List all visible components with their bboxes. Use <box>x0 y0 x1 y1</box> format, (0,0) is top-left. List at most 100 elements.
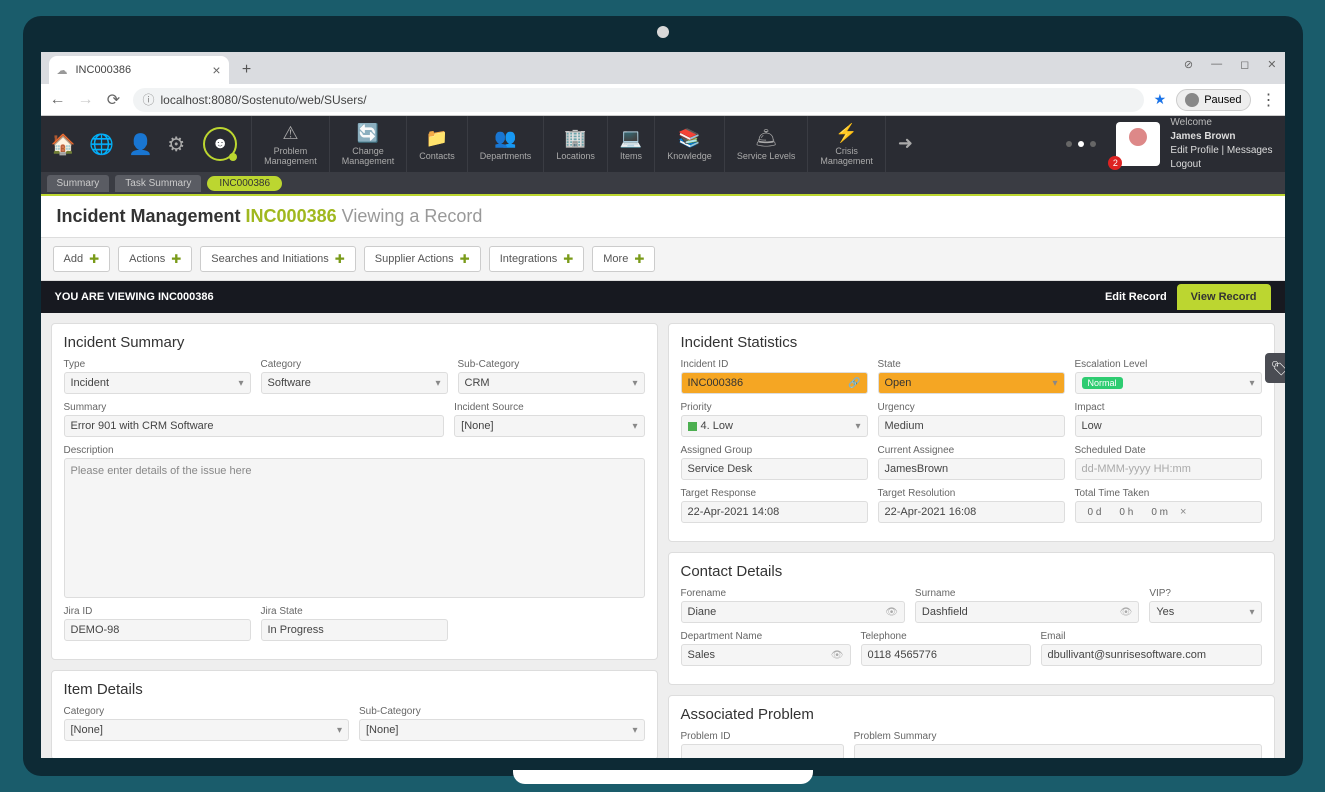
supplier-actions-button[interactable]: Supplier Actions✚ <box>364 246 481 272</box>
new-tab-button[interactable]: + <box>237 60 257 80</box>
welcome-block: Welcome James Brown Edit Profile | Messa… <box>1170 116 1272 172</box>
searches-button[interactable]: Searches and Initiations✚ <box>200 246 355 272</box>
module-contacts[interactable]: 📁Contacts <box>406 116 467 172</box>
type-select[interactable]: Incident <box>64 372 251 394</box>
integrations-button[interactable]: Integrations✚ <box>489 246 585 272</box>
messages-link[interactable]: Messages <box>1227 145 1273 156</box>
page-title: Incident Management INC000386 Viewing a … <box>57 206 1269 227</box>
site-info-icon[interactable]: ⓘ <box>143 91 155 108</box>
camera-dot <box>657 26 669 38</box>
priority-select[interactable]: 4. Low <box>681 415 868 437</box>
plus-icon: ✚ <box>171 252 181 266</box>
folder-icon: 📁 <box>426 128 448 149</box>
more-button[interactable]: More✚ <box>592 246 655 272</box>
minimize-icon[interactable]: — <box>1211 58 1222 71</box>
globe-icon[interactable]: 🌐 <box>89 132 114 157</box>
item-category-select[interactable]: [None] <box>64 719 350 741</box>
associated-problem-panel: Associated Problem Problem ID Problem Su… <box>668 695 1275 758</box>
plus-icon: ✚ <box>563 252 573 266</box>
contact-details-panel: Contact Details ForenameDiane SurnameDas… <box>668 552 1275 685</box>
view-record-button[interactable]: View Record <box>1177 284 1271 310</box>
module-crisis-management[interactable]: ⚡CrisisManagement <box>807 116 885 172</box>
back-icon[interactable]: ← <box>49 91 67 109</box>
browser-tab-strip: ☁ INC000386 × + ⊘ — ◻ ✕ <box>41 52 1285 84</box>
secondary-tabs: Summary Task Summary INC000386 <box>41 172 1285 196</box>
profile-paused[interactable]: Paused <box>1176 89 1250 111</box>
reload-icon[interactable]: ⟳ <box>105 90 123 110</box>
close-icon[interactable]: × <box>212 62 220 78</box>
add-button[interactable]: Add✚ <box>53 246 111 272</box>
page-title-bar: Incident Management INC000386 Viewing a … <box>41 196 1285 238</box>
module-departments[interactable]: 👥Departments <box>467 116 544 172</box>
user-avatar[interactable]: 2 <box>1116 122 1160 166</box>
target-response-field[interactable]: 22-Apr-2021 14:08 <box>681 501 868 523</box>
module-knowledge[interactable]: 📚Knowledge <box>654 116 724 172</box>
target-resolution-field[interactable]: 22-Apr-2021 16:08 <box>878 501 1065 523</box>
tab-task-summary[interactable]: Task Summary <box>115 175 201 192</box>
item-subcategory-select[interactable]: [None] <box>359 719 645 741</box>
panel-title: Incident Statistics <box>681 334 1262 351</box>
assignee-field[interactable]: JamesBrown <box>878 458 1065 480</box>
forename-field[interactable]: Diane <box>681 601 905 623</box>
profile-avatar-icon <box>1185 93 1199 107</box>
module-items[interactable]: 💻Items <box>607 116 654 172</box>
department-field[interactable]: Sales <box>681 644 851 666</box>
description-textarea[interactable]: Please enter details of the issue here <box>64 458 645 598</box>
carousel-dots[interactable] <box>1066 141 1096 147</box>
vip-select[interactable]: Yes <box>1149 601 1261 623</box>
problem-summary-field[interactable] <box>854 744 1262 758</box>
address-field[interactable]: ⓘ localhost:8080/Sostenuto/web/SUsers/ <box>133 88 1144 112</box>
clear-time-icon[interactable]: × <box>1180 506 1186 518</box>
summary-input[interactable]: Error 901 with CRM Software <box>64 415 445 437</box>
gear-icon[interactable]: ⚙ <box>167 132 185 157</box>
state-select[interactable]: Open <box>878 372 1065 394</box>
browser-menu-icon[interactable]: ⋮ <box>1261 90 1277 110</box>
source-select[interactable]: [None] <box>454 415 644 437</box>
tab-title: INC000386 <box>76 64 132 76</box>
books-icon: 📚 <box>678 128 700 149</box>
restore-icon[interactable]: ◻ <box>1240 58 1249 71</box>
telephone-field[interactable]: 0118 4565776 <box>861 644 1031 666</box>
urgency-field[interactable]: Medium <box>878 415 1065 437</box>
logout-link[interactable]: Logout <box>1170 159 1201 170</box>
assistant-icon[interactable]: ☻ <box>203 127 237 161</box>
module-problem-management[interactable]: ⚠ProblemManagement <box>251 116 329 172</box>
edit-profile-link[interactable]: Edit Profile <box>1170 145 1218 156</box>
tab-summary[interactable]: Summary <box>47 175 110 192</box>
user-name: James Brown <box>1170 131 1235 142</box>
impact-field[interactable]: Low <box>1075 415 1262 437</box>
jira-id-input[interactable]: DEMO-98 <box>64 619 251 641</box>
module-service-levels[interactable]: 🛎Service Levels <box>724 116 808 172</box>
module-locations[interactable]: 🏢Locations <box>543 116 607 172</box>
jira-state-input[interactable]: In Progress <box>261 619 448 641</box>
tags-icon[interactable]: 🏷 <box>1265 353 1285 383</box>
subcategory-select[interactable]: CRM <box>458 372 645 394</box>
module-change-management[interactable]: 🔄ChangeManagement <box>329 116 407 172</box>
edit-record-button[interactable]: Edit Record <box>1105 291 1167 303</box>
priority-color-icon <box>688 422 697 431</box>
laptop-icon: 💻 <box>620 128 642 149</box>
module-next[interactable]: ➜ <box>885 116 925 172</box>
escalation-select[interactable]: Normal <box>1075 372 1262 394</box>
bookmark-icon[interactable]: ★ <box>1154 91 1167 108</box>
url-text: localhost:8080/Sostenuto/web/SUsers/ <box>161 93 367 107</box>
incident-statistics-panel: Incident Statistics Incident IDINC000386… <box>668 323 1275 542</box>
notification-badge[interactable]: 2 <box>1108 156 1122 170</box>
tab-incident-active[interactable]: INC000386 <box>207 176 282 191</box>
forward-icon[interactable]: → <box>77 91 95 109</box>
crisis-icon: ⚡ <box>835 123 857 144</box>
incident-id-field[interactable]: INC000386 <box>681 372 868 394</box>
app-header: 🏠 🌐 👤 ⚙ ☻ ⚠ProblemManagement 🔄ChangeMana… <box>41 116 1285 172</box>
assigned-group-field[interactable]: Service Desk <box>681 458 868 480</box>
actions-button[interactable]: Actions✚ <box>118 246 192 272</box>
window-close-icon[interactable]: ✕ <box>1267 58 1276 71</box>
scheduled-date-field[interactable]: dd-MMM-yyyy HH:mm <box>1075 458 1262 480</box>
home-icon[interactable]: 🏠 <box>51 132 76 157</box>
surname-field[interactable]: Dashfield <box>915 601 1139 623</box>
stop-icon[interactable]: ⊘ <box>1184 58 1193 71</box>
browser-tab[interactable]: ☁ INC000386 × <box>49 56 229 84</box>
email-field[interactable]: dbullivant@sunrisesoftware.com <box>1041 644 1262 666</box>
user-icon[interactable]: 👤 <box>128 132 153 157</box>
category-select[interactable]: Software <box>261 372 448 394</box>
problem-id-field[interactable] <box>681 744 844 758</box>
